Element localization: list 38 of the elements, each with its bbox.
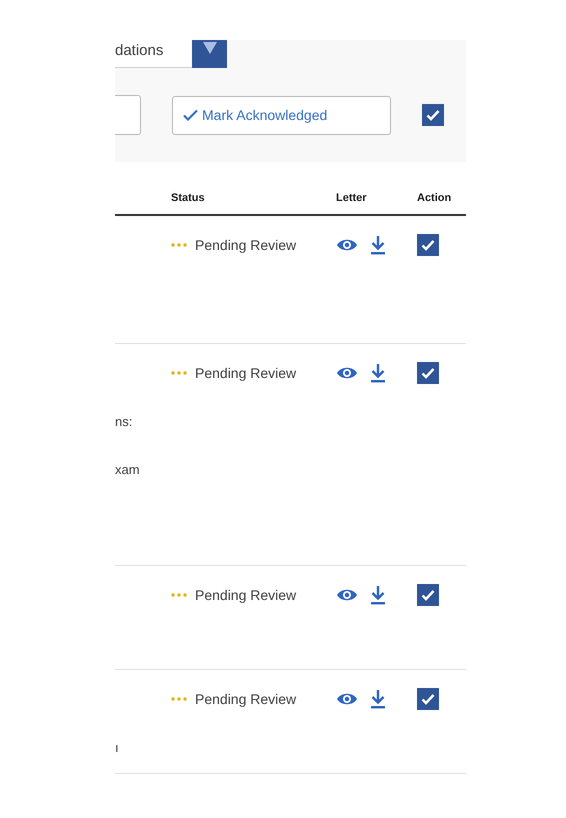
download-icon[interactable] — [370, 235, 386, 255]
eye-icon[interactable] — [336, 588, 358, 602]
checkbox[interactable] — [422, 104, 444, 126]
pending-dots-icon — [171, 593, 187, 597]
check-icon — [421, 693, 435, 705]
column-header: Status — [171, 191, 206, 206]
check-icon — [421, 239, 435, 251]
check-icon — [421, 589, 435, 601]
check-icon — [426, 109, 440, 121]
status-text: Pending Review — [195, 236, 296, 255]
text-field[interactable] — [115, 95, 141, 135]
status-text: Pending Review — [195, 690, 296, 709]
row-text: ns: — [115, 414, 132, 430]
column-header: Action — [417, 191, 452, 206]
pending-dots-icon — [171, 371, 187, 375]
download-icon[interactable] — [370, 689, 386, 709]
eye-icon[interactable] — [336, 366, 358, 380]
check-icon — [421, 367, 435, 379]
mark-acknowledged-button[interactable]: Mark Acknowledged — [172, 96, 391, 134]
eye-icon[interactable] — [336, 692, 358, 706]
pending-dots-icon — [171, 697, 187, 701]
caret-icon — [202, 42, 216, 54]
download-icon[interactable] — [370, 363, 386, 383]
column-header: Letter — [336, 191, 368, 206]
check-icon — [183, 109, 198, 121]
status-text: Pending Review — [195, 586, 296, 605]
checkbox[interactable] — [417, 234, 439, 256]
status-text: Pending Review — [195, 364, 296, 383]
checkbox[interactable] — [417, 362, 439, 384]
pending-dots-icon — [171, 243, 187, 247]
row-text: xam — [115, 462, 140, 478]
row-text: ı — [115, 740, 119, 756]
dropdown[interactable]: dations — [115, 40, 192, 68]
download-icon[interactable] — [370, 585, 386, 605]
eye-icon[interactable] — [336, 238, 358, 252]
checkbox[interactable] — [417, 688, 439, 710]
checkbox[interactable] — [417, 584, 439, 606]
dropdown-button[interactable] — [192, 40, 227, 68]
